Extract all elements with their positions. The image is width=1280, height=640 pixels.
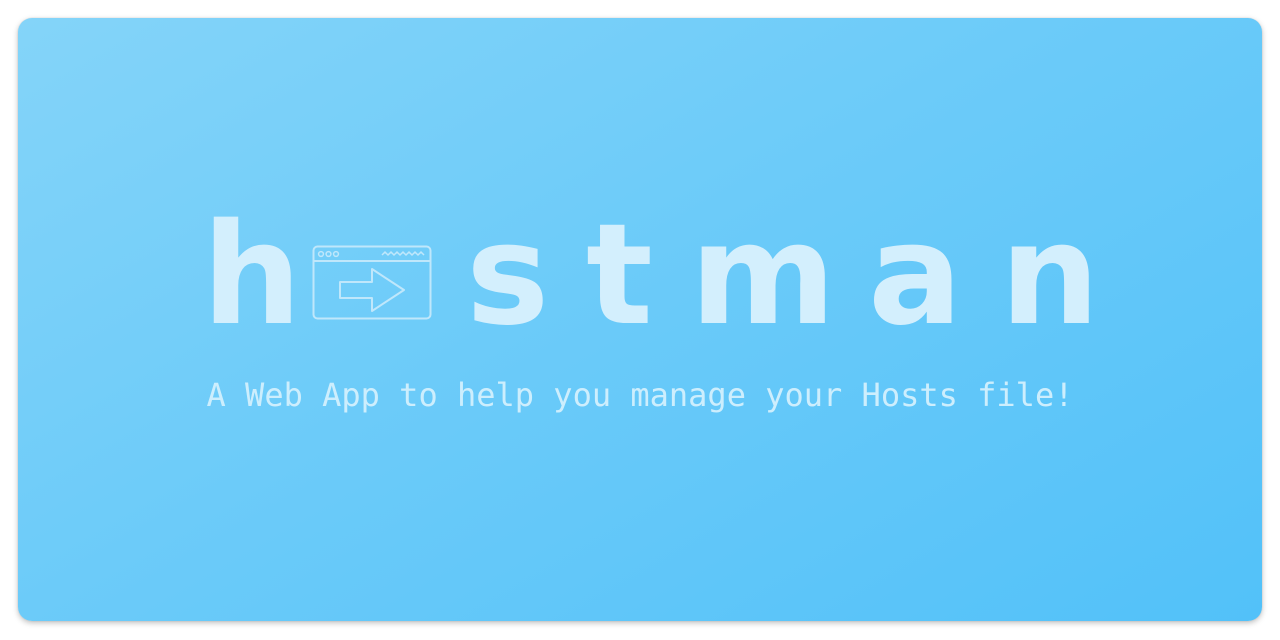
tagline: A Web App to help you manage your Hosts … (206, 376, 1074, 414)
logo-letter-n: n (1000, 194, 1100, 357)
hostman-logo: h s t m a n (18, 18, 1262, 621)
logo-letter-a: a (868, 194, 963, 357)
banner-card: h s t m a n A Web App to help you manage… (18, 18, 1262, 621)
browser-window-arrow-icon (312, 245, 432, 320)
logo-letter-m: m (690, 194, 836, 357)
logo-letter-s: s (466, 194, 550, 357)
logo-letter-h: h (202, 194, 302, 357)
logo-letter-t: t (586, 194, 653, 357)
